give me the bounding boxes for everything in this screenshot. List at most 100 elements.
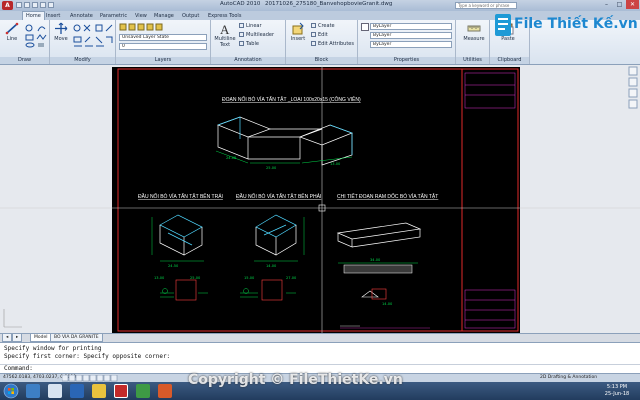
- dim-label: 24.50: [168, 264, 179, 268]
- block-panel: Insert Create Edit Edit Attributes Block: [286, 20, 358, 64]
- explorer-icon[interactable]: [26, 384, 40, 398]
- chrome-icon[interactable]: [48, 384, 62, 398]
- navigation-bar[interactable]: [628, 66, 638, 126]
- tab-layout[interactable]: BO VIA DA GRANITE: [50, 334, 103, 342]
- dimension-icon: [239, 23, 244, 28]
- properties-panel-title: Properties: [358, 57, 455, 64]
- measure-button[interactable]: Measure: [461, 22, 487, 42]
- copyright-watermark: Copyright © FileThietKe.vn: [188, 372, 403, 388]
- tab-annotate[interactable]: Annotate: [70, 12, 93, 20]
- undo-icon[interactable]: [40, 2, 46, 8]
- minimize-button[interactable]: –: [600, 0, 613, 9]
- excel-icon[interactable]: [136, 384, 150, 398]
- multileader-button[interactable]: Multileader: [239, 32, 274, 39]
- block-panel-title: Block: [286, 57, 357, 64]
- tab-view[interactable]: View: [135, 12, 147, 20]
- clipboard-panel-title: Clipboard: [490, 57, 529, 64]
- powerpoint-icon[interactable]: [158, 384, 172, 398]
- modify-tools-icons[interactable]: [72, 23, 114, 49]
- folder-icon[interactable]: [92, 384, 106, 398]
- orbit-icon[interactable]: [628, 88, 638, 98]
- model-space-canvas[interactable]: ĐOẠN NỐI BÓ VỈA TẤN TẬT _LOẠI 100x20x15 …: [0, 65, 640, 333]
- linetype-dropdown[interactable]: ByLayer: [370, 32, 452, 39]
- maximize-button[interactable]: □: [613, 0, 626, 9]
- title-right-joint: ĐẦU NỐI BÓ VỈA TẤN TẬT BÊN PHẢI: [236, 192, 321, 200]
- tab-output[interactable]: Output: [182, 12, 199, 20]
- clock-date: 25-Jun-18: [604, 391, 630, 397]
- tab-manage[interactable]: Manage: [154, 12, 174, 20]
- new-icon[interactable]: [16, 2, 22, 8]
- text-icon: A: [220, 22, 230, 35]
- properties-panel: ByLayer ByLayer ByLayer Properties: [358, 20, 456, 64]
- showmotion-icon[interactable]: [628, 99, 638, 109]
- dim-label: 14.00: [266, 264, 277, 268]
- edit-attributes-icon: [311, 41, 316, 46]
- drafting-toggles[interactable]: [62, 375, 122, 382]
- multiline-text-button[interactable]: A Multiline Text: [213, 22, 237, 48]
- color-swatch: [361, 23, 369, 31]
- command-history-line: Specify window for printing: [4, 345, 102, 352]
- redo-icon[interactable]: [48, 2, 54, 8]
- clock-time: 5:13 PM: [606, 384, 628, 390]
- title-bar: A AutoCAD 2010 20171026_275180_Banvehopb…: [0, 0, 640, 11]
- dim-label: 15.00: [244, 276, 255, 280]
- move-icon: [55, 22, 68, 34]
- create-block-button[interactable]: Create: [311, 23, 335, 30]
- command-prompt[interactable]: Command:: [4, 365, 33, 372]
- command-history-line: Specify first corner: Specify opposite c…: [4, 353, 171, 360]
- dim-label: 27.00: [286, 276, 297, 280]
- line-button[interactable]: Line: [1, 22, 23, 42]
- ruler-icon: [467, 25, 481, 32]
- tab-parametric[interactable]: Parametric: [100, 12, 127, 20]
- workspace-switch[interactable]: 2D Drafting & Annotation: [540, 375, 597, 380]
- first-tab-arrow[interactable]: ◂: [2, 334, 13, 342]
- color-dropdown[interactable]: ByLayer: [370, 23, 452, 30]
- draw-tools-icons[interactable]: [24, 23, 48, 49]
- table-icon: [239, 41, 244, 46]
- tab-model[interactable]: Model: [30, 334, 52, 342]
- linear-dimension-button[interactable]: Linear: [239, 23, 262, 30]
- system-clock: 5:13 PM 25-Jun-18: [596, 384, 638, 398]
- edit-attributes-button[interactable]: Edit Attributes: [311, 41, 354, 48]
- layout-tab-bar: ◂ ▸ Model BO VIA DA GRANITE: [0, 333, 640, 342]
- open-icon[interactable]: [24, 2, 30, 8]
- move-button[interactable]: Move: [50, 22, 72, 42]
- prev-tab-arrow[interactable]: ▸: [12, 334, 23, 342]
- layer-tools-icons[interactable]: [119, 23, 209, 31]
- title-left-joint: ĐẦU NỐI BÓ VỈA TẤN TẬT BÊN TRÁI: [138, 192, 223, 200]
- tab-express-tools[interactable]: Express Tools: [208, 12, 241, 20]
- dim-label: 24.08: [226, 156, 237, 160]
- app-name: AutoCAD 2010: [220, 1, 261, 7]
- start-button[interactable]: [3, 383, 19, 399]
- move-label: Move: [54, 36, 68, 42]
- draw-panel: Line Draw: [0, 20, 50, 64]
- command-window: Specify window for printing Specify firs…: [0, 342, 640, 374]
- dim-label: 13.00: [330, 162, 341, 166]
- search-input[interactable]: Type a keyword or phrase: [455, 2, 517, 9]
- utilities-panel: Measure Utilities: [456, 20, 490, 64]
- pan-icon[interactable]: [628, 66, 638, 76]
- zoom-icon[interactable]: [628, 77, 638, 87]
- tab-insert[interactable]: Insert: [46, 12, 60, 20]
- lineweight-dropdown[interactable]: ByLayer: [370, 41, 452, 48]
- word-icon[interactable]: [70, 384, 84, 398]
- application-menu-button[interactable]: A: [2, 1, 13, 10]
- layer-dropdown[interactable]: 0: [119, 43, 207, 50]
- insert-block-button[interactable]: Insert: [287, 22, 309, 42]
- layer-state-dropdown[interactable]: Unsaved Layer State: [119, 34, 207, 41]
- edit-block-button[interactable]: Edit: [311, 32, 328, 39]
- save-icon[interactable]: [32, 2, 38, 8]
- title-top: ĐOẠN NỐI BÓ VỈA TẤN TẬT _LOẠI 100x20x15 …: [222, 95, 361, 103]
- document-title: 20171026_275180_Banvehopbovie­Granit.dwg: [265, 1, 393, 7]
- close-button[interactable]: ✕: [626, 0, 639, 9]
- line-label: Line: [6, 36, 18, 42]
- annotation-panel: A Multiline Text Linear Multileader Tabl…: [211, 20, 286, 64]
- table-button[interactable]: Table: [239, 41, 259, 48]
- svg-text:A: A: [220, 22, 230, 35]
- dim-label: 25.00: [190, 276, 201, 280]
- logo-text: File Thiết Kế.vn: [514, 16, 638, 32]
- autocad-taskbar-icon[interactable]: [114, 384, 128, 398]
- annotation-panel-title: Annotation: [211, 57, 285, 64]
- logo-icon: [495, 14, 511, 36]
- filethietke-logo: File Thiết Kế.vn: [492, 12, 638, 40]
